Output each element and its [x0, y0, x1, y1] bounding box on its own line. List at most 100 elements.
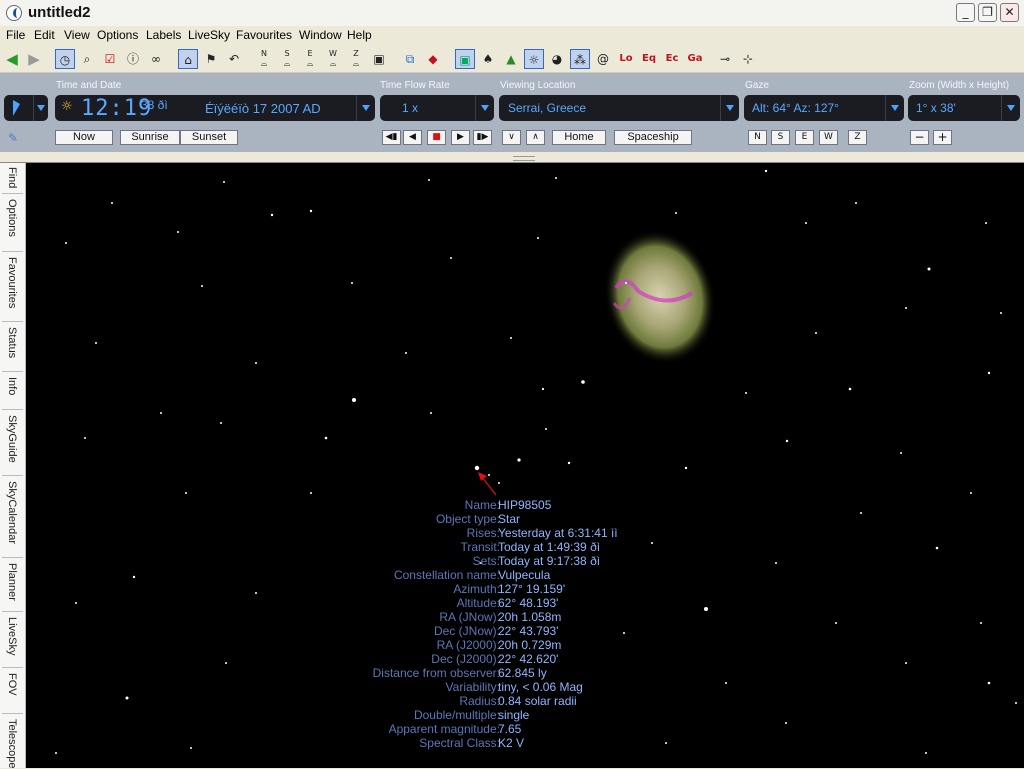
menu-livesky[interactable]: LiveSky	[188, 28, 230, 42]
sun-icon[interactable]: ☼	[524, 49, 544, 69]
grid-local-button[interactable]: Lo	[616, 49, 636, 69]
panel-splitter[interactable]	[0, 152, 1024, 163]
zoom-select[interactable]: 1° x 38'	[908, 95, 1020, 121]
location-up-button[interactable]: ∧	[526, 130, 545, 145]
sunset-button[interactable]: Sunset	[180, 130, 238, 145]
west-icon[interactable]: W ⌓	[323, 49, 343, 69]
clock-icon[interactable]: ◷	[55, 49, 75, 69]
viewing-location-select[interactable]: Serrai, Greece	[499, 95, 739, 121]
gaze-zenith-button[interactable]: Z	[848, 130, 867, 145]
info-label: Azimuth:	[453, 582, 500, 596]
scope-mount-icon[interactable]: ⊹	[738, 49, 758, 69]
grid-ecliptic-button[interactable]: Ec	[662, 49, 682, 69]
sky-view[interactable]: Name: HIP98505 Object type: Star Rises: Yes…	[26, 163, 1024, 768]
tab-favourites-label: Favourites	[6, 257, 18, 309]
tab-options[interactable]: Options	[2, 195, 23, 252]
tab-livesky[interactable]: LiveSky	[2, 613, 23, 668]
planet-icon[interactable]: ◕	[547, 49, 567, 69]
location-down-button[interactable]: ∨	[502, 130, 521, 145]
gaze-west-button[interactable]: W	[819, 130, 838, 145]
gaze-south-button[interactable]: S	[771, 130, 790, 145]
menu-view[interactable]: View	[64, 28, 90, 42]
zoom-in-button[interactable]: +	[933, 130, 952, 145]
chevron-down-icon[interactable]	[33, 95, 48, 121]
minimize-button[interactable]: _	[956, 3, 975, 22]
constellation-icon[interactable]: ⁂	[570, 49, 590, 69]
flow-stop-button[interactable]: ■	[427, 130, 446, 145]
diamond-icon[interactable]: ◆	[423, 49, 443, 69]
gaze-north-button[interactable]: N	[748, 130, 767, 145]
chevron-down-icon[interactable]	[475, 95, 494, 121]
landscape-icon[interactable]: ▲	[501, 49, 521, 69]
flow-forward-fast-button[interactable]: ▮▶	[473, 130, 492, 145]
gaze-east-button[interactable]: E	[795, 130, 814, 145]
tab-planner[interactable]: Planner	[2, 559, 23, 612]
spaceship-button[interactable]: Spaceship	[614, 130, 692, 145]
tree-icon[interactable]: ♠	[478, 49, 498, 69]
grid-galactic-button[interactable]: Ga	[685, 49, 705, 69]
flow-forward-button[interactable]: ▶	[451, 130, 470, 145]
south-icon[interactable]: S ⌓	[277, 49, 297, 69]
zoom-out-button[interactable]: −	[910, 130, 929, 145]
info-value: K2 V	[498, 736, 525, 750]
panel-icon[interactable]: ⧉	[400, 49, 420, 69]
menu-options[interactable]: Options	[97, 28, 138, 42]
forward-icon[interactable]: ▶	[24, 49, 44, 69]
info-row: Double/multiple: single	[306, 708, 726, 722]
chevron-down-icon[interactable]	[720, 95, 739, 121]
tab-skyguide[interactable]: SkyGuide	[2, 411, 23, 476]
menu-file[interactable]: File	[6, 28, 25, 42]
gaze-select[interactable]: Alt: 64° Az: 127°	[744, 95, 904, 121]
grid-equatorial-button[interactable]: Eq	[639, 49, 659, 69]
tab-favourites[interactable]: Favourites	[2, 253, 23, 322]
home-icon[interactable]: ⌂	[178, 49, 198, 69]
tab-info[interactable]: Info	[2, 373, 23, 410]
menu-window[interactable]: Window	[299, 28, 342, 42]
time-date-display[interactable]: ☼ 12:19 38 ðì Éïýëéïò 17 2007 AD	[55, 95, 375, 121]
flow-back-button[interactable]: ◀	[403, 130, 422, 145]
info-icon[interactable]: ⓘ	[123, 49, 143, 69]
info-label: Sets:	[472, 554, 500, 568]
tab-livesky-label: LiveSky	[6, 617, 18, 656]
dumbbell-nebula[interactable]	[589, 217, 730, 377]
spiral-icon[interactable]: @	[593, 49, 613, 69]
tab-find[interactable]: Find	[2, 163, 23, 194]
photo-icon[interactable]: ▣	[455, 49, 475, 69]
maximize-button[interactable]: ❐	[978, 3, 997, 22]
sunrise-button[interactable]: Sunrise	[120, 130, 180, 145]
binoculars-icon[interactable]: ∞	[146, 49, 166, 69]
close-button[interactable]: ✕	[1000, 3, 1019, 22]
magnifier-icon[interactable]: ⌕	[77, 49, 97, 69]
east-icon[interactable]: E ⌓	[300, 49, 320, 69]
toolbar: ◀ ▶ ◷ ⌕ ☑ ⓘ ∞ ⌂ ⚑ ↶ N ⌓ S ⌓ E ⌓ W ⌓ Z ⌓ ▣ ⧉ ◆…	[0, 46, 1024, 73]
chevron-down-icon[interactable]	[356, 95, 375, 121]
menu-favourites[interactable]: Favourites	[236, 28, 292, 42]
flow-back-fast-button[interactable]: ◀▮	[382, 130, 401, 145]
tab-fov[interactable]: FOV	[2, 669, 23, 714]
flag-icon[interactable]: ⚑	[201, 49, 221, 69]
info-value: 20h 1.058m	[498, 610, 562, 624]
splitter-grip-icon[interactable]	[513, 156, 535, 161]
tab-status[interactable]: Status	[2, 323, 23, 372]
menu-edit[interactable]: Edit	[34, 28, 55, 42]
chevron-down-icon[interactable]	[1001, 95, 1020, 121]
now-button[interactable]: Now	[55, 130, 113, 145]
telescope-icon[interactable]: ⊸	[715, 49, 735, 69]
menu-help[interactable]: Help	[347, 28, 372, 42]
pin-icon[interactable]: ✎	[8, 131, 18, 145]
north-icon[interactable]: N ⌓	[254, 49, 274, 69]
tab-telescope[interactable]: Telescope	[2, 715, 23, 769]
field-icon[interactable]: ▣	[369, 49, 389, 69]
info-row: Object type: Star	[306, 512, 726, 526]
checklist-icon[interactable]: ☑	[100, 49, 120, 69]
cursor-tool-selector[interactable]	[4, 95, 48, 121]
menu-labels[interactable]: Labels	[146, 28, 181, 42]
info-value: 22° 43.793'	[498, 624, 559, 638]
undo-icon[interactable]: ↶	[224, 49, 244, 69]
chevron-down-icon[interactable]	[885, 95, 904, 121]
tab-skycalendar[interactable]: SkyCalendar	[2, 477, 23, 558]
back-icon[interactable]: ◀	[2, 49, 22, 69]
time-flow-select[interactable]: 1 x	[380, 95, 494, 121]
home-button[interactable]: Home	[552, 130, 606, 145]
zenith-icon[interactable]: Z ⌓	[346, 49, 366, 69]
